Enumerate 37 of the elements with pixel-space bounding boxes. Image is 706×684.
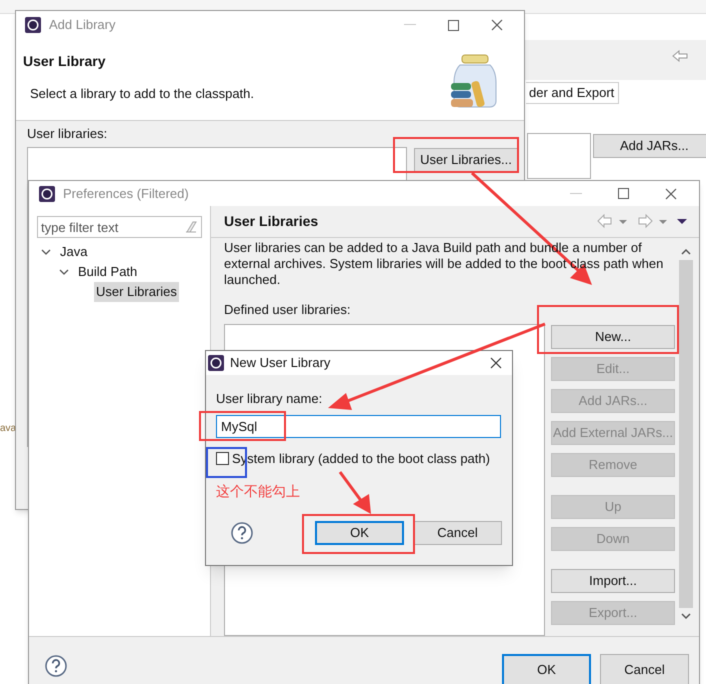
tree-item[interactable]: Build Path bbox=[76, 262, 140, 282]
page-heading: User Library bbox=[23, 52, 106, 71]
dialog-button[interactable]: OK bbox=[502, 654, 591, 684]
close-icon[interactable] bbox=[491, 19, 503, 31]
annotation-arrow bbox=[338, 471, 371, 514]
page-description: Select a library to add to the classpath. bbox=[29, 85, 254, 103]
user-libraries-button[interactable]: User Libraries... bbox=[414, 148, 518, 172]
window-title: New User Library bbox=[230, 354, 332, 372]
help-icon[interactable] bbox=[45, 655, 67, 677]
filter-field[interactable]: type filter text bbox=[37, 216, 202, 238]
tree-item[interactable]: Java bbox=[58, 242, 90, 262]
annotation-text: 这个不能勾上 bbox=[216, 482, 301, 501]
tree-item[interactable]: User Libraries bbox=[94, 282, 179, 302]
help-icon[interactable] bbox=[231, 522, 253, 544]
back-arrow-icon[interactable] bbox=[672, 50, 688, 62]
chevron-icon[interactable] bbox=[59, 267, 69, 277]
dialog-button[interactable]: Import... bbox=[551, 569, 675, 593]
add-jars-button[interactable]: Add JARs... bbox=[593, 134, 706, 158]
chevron-icon[interactable] bbox=[41, 247, 51, 257]
navigation-arrows-icon[interactable] bbox=[597, 214, 689, 228]
tab[interactable]: der and Export bbox=[526, 82, 620, 104]
dialog-button[interactable]: New... bbox=[551, 325, 675, 349]
dialog-button[interactable]: Cancel bbox=[600, 654, 689, 684]
page-title: User Libraries bbox=[224, 212, 318, 231]
close-icon[interactable] bbox=[665, 188, 677, 200]
window-title: Add Library bbox=[49, 16, 116, 34]
window-title: Preferences (Filtered) bbox=[63, 184, 190, 203]
dialog-button[interactable]: OK bbox=[315, 521, 404, 545]
list-label: User libraries: bbox=[27, 125, 108, 143]
field-label: User library name: bbox=[216, 390, 324, 408]
list-label: Defined user libraries: bbox=[224, 300, 352, 318]
library-name-field[interactable]: MySql bbox=[216, 414, 501, 438]
maximize-icon[interactable] bbox=[618, 188, 629, 199]
checkbox[interactable] bbox=[216, 452, 229, 465]
close-icon[interactable] bbox=[490, 357, 502, 369]
dialog-button[interactable]: Cancel bbox=[413, 521, 502, 545]
maximize-icon[interactable] bbox=[448, 20, 459, 30]
